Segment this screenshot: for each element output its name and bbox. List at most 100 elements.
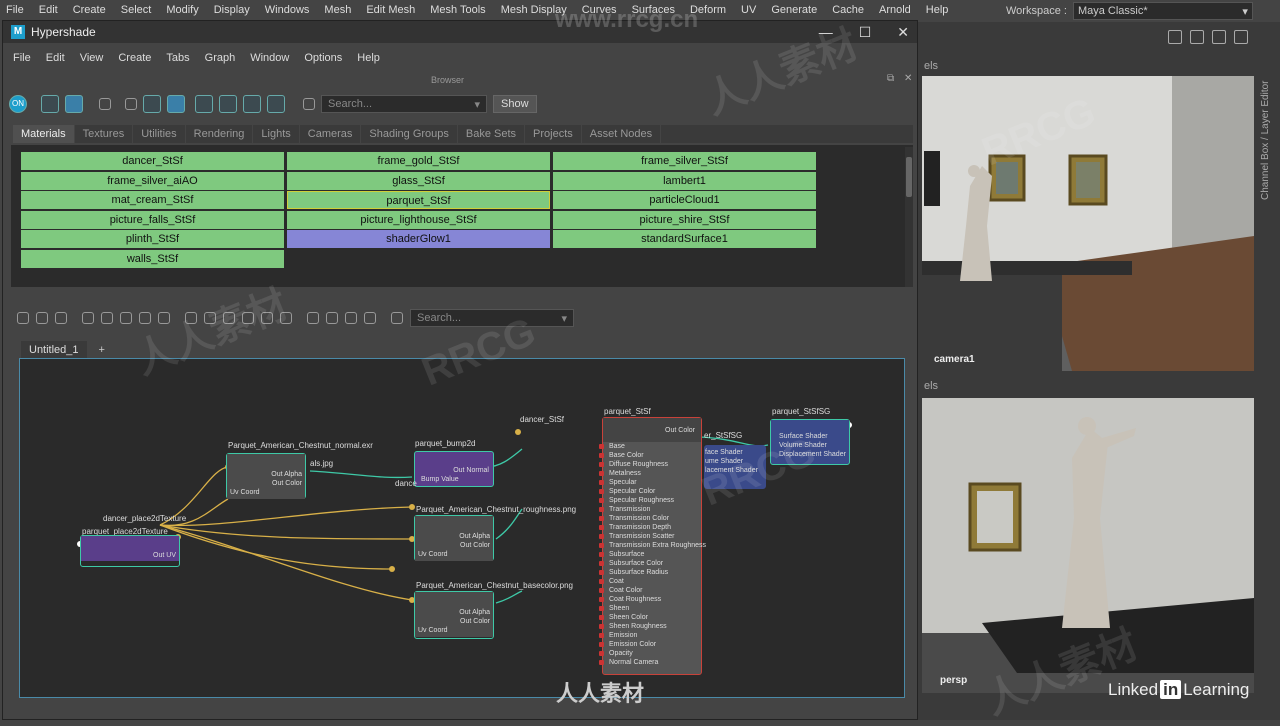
material-swatch[interactable]: picture_shire_StSf bbox=[553, 210, 816, 229]
tab-cameras[interactable]: Cameras bbox=[300, 125, 362, 143]
swatch-small-icon[interactable] bbox=[99, 98, 111, 110]
sort-time-icon[interactable] bbox=[243, 95, 261, 113]
node-graph[interactable]: dancer_place2dTexture parquet_place2dTex… bbox=[19, 358, 905, 698]
menu-item-arnold[interactable]: Arnold bbox=[879, 4, 911, 16]
out-color-port[interactable]: Out Color bbox=[665, 427, 695, 434]
browser-search-input[interactable]: Search... ▾ bbox=[321, 95, 487, 113]
menu-item-windows[interactable]: Windows bbox=[265, 4, 310, 16]
input-port[interactable]: Specular Roughness bbox=[599, 496, 701, 505]
out-color-port[interactable]: Out Color bbox=[418, 541, 490, 550]
material-swatch[interactable]: standardSurface1 bbox=[553, 230, 816, 249]
uv-coord-port[interactable]: Uv Coord bbox=[418, 550, 490, 559]
swatch-toggle-icon[interactable] bbox=[345, 312, 357, 324]
input-port[interactable]: Coat Color bbox=[599, 586, 701, 595]
file-normal-node[interactable]: Out Alpha Out Color Uv Coord bbox=[226, 453, 306, 499]
refresh-icon[interactable] bbox=[267, 95, 285, 113]
menu-item-mesh-tools[interactable]: Mesh Tools bbox=[430, 4, 485, 16]
menu-item-file[interactable]: File bbox=[6, 4, 24, 16]
workspace-dropdown[interactable]: Maya Classic* ▾ bbox=[1072, 2, 1253, 20]
tab-untitled-1[interactable]: Untitled_1 bbox=[21, 341, 87, 359]
tab-lights[interactable]: Lights bbox=[253, 125, 300, 143]
sort-alpha-icon[interactable] bbox=[195, 95, 213, 113]
modeling-toolkit-icon[interactable] bbox=[1234, 30, 1248, 44]
menu-item-edit-mesh[interactable]: Edit Mesh bbox=[366, 4, 415, 16]
grid-icon[interactable] bbox=[307, 312, 319, 324]
close-icon[interactable]: ✕ bbox=[897, 24, 909, 41]
material-swatch[interactable]: shaderGlow1 bbox=[287, 230, 550, 249]
place2d-node[interactable]: Out UV bbox=[80, 535, 180, 567]
input-port[interactable]: Transmission Extra Roughness bbox=[599, 541, 706, 550]
menu-item-select[interactable]: Select bbox=[121, 4, 152, 16]
scroll-thumb[interactable] bbox=[906, 157, 912, 197]
input-port[interactable]: Opacity bbox=[599, 649, 701, 658]
input-port[interactable]: Normal Camera bbox=[599, 658, 701, 667]
material-swatch[interactable]: dancer_StSf bbox=[21, 152, 284, 170]
input-port[interactable]: Transmission Depth bbox=[599, 523, 701, 532]
tab-shading-groups[interactable]: Shading Groups bbox=[361, 125, 458, 143]
input-port[interactable]: Transmission bbox=[599, 505, 701, 514]
menu-item-create[interactable]: Create bbox=[73, 4, 106, 16]
material-swatch[interactable]: frame_silver_StSf bbox=[553, 152, 816, 170]
tab-asset-nodes[interactable]: Asset Nodes bbox=[582, 125, 662, 143]
bump-node[interactable]: Out Normal Bump Value bbox=[414, 451, 494, 487]
view-icon-2[interactable] bbox=[65, 95, 83, 113]
hs-menu-item-window[interactable]: Window bbox=[250, 52, 289, 64]
hs-menu-item-edit[interactable]: Edit bbox=[46, 52, 65, 64]
hs-menu-item-help[interactable]: Help bbox=[357, 52, 380, 64]
input-port[interactable]: Coat Roughness bbox=[599, 595, 701, 604]
material-swatch[interactable]: frame_gold_StSf bbox=[287, 152, 550, 170]
out-normal-port[interactable]: Out Normal bbox=[415, 466, 493, 475]
input-port[interactable]: Subsurface Color bbox=[599, 559, 701, 568]
out-color-port[interactable]: Out Color bbox=[418, 617, 490, 626]
graph-output-icon[interactable] bbox=[55, 312, 67, 324]
swatch-medium-icon[interactable] bbox=[125, 98, 137, 110]
input-port[interactable]: Subsurface bbox=[599, 550, 701, 559]
hs-menu-item-file[interactable]: File bbox=[13, 52, 31, 64]
tab-projects[interactable]: Projects bbox=[525, 125, 582, 143]
hs-menu-item-create[interactable]: Create bbox=[118, 52, 151, 64]
graph-remove-icon[interactable] bbox=[101, 312, 113, 324]
menu-item-modify[interactable]: Modify bbox=[166, 4, 198, 16]
maximize-icon[interactable]: ☐ bbox=[859, 24, 872, 41]
input-port[interactable]: Sheen Roughness bbox=[599, 622, 701, 631]
toggle-on-icon[interactable]: ON bbox=[9, 95, 27, 113]
tab-textures[interactable]: Textures bbox=[75, 125, 134, 143]
browser-scrollbar[interactable] bbox=[905, 147, 913, 287]
out-alpha-port[interactable]: Out Alpha bbox=[418, 608, 490, 617]
bump-value-port[interactable]: Bump Value bbox=[415, 475, 493, 484]
sort-type-icon[interactable] bbox=[219, 95, 237, 113]
input-port[interactable]: Specular bbox=[599, 478, 701, 487]
swatch-large-icon[interactable] bbox=[143, 95, 161, 113]
material-swatch[interactable]: particleCloud1 bbox=[553, 191, 816, 210]
menu-item-display[interactable]: Display bbox=[214, 4, 250, 16]
add-tab-button[interactable]: + bbox=[99, 344, 105, 356]
menu-item-help[interactable]: Help bbox=[926, 4, 949, 16]
swatch-xl-icon[interactable] bbox=[167, 95, 185, 113]
input-port[interactable]: Sheen Color bbox=[599, 613, 701, 622]
input-port[interactable]: Base bbox=[599, 442, 701, 451]
file-base-node[interactable]: Out Alpha Out Color Uv Coord bbox=[414, 591, 494, 639]
tab-utilities[interactable]: Utilities bbox=[133, 125, 186, 143]
input-port[interactable]: Transmission Scatter bbox=[599, 532, 701, 541]
out-color-port[interactable]: Out Color bbox=[230, 479, 302, 488]
show-button[interactable]: Show bbox=[493, 95, 537, 113]
tool-settings-icon[interactable] bbox=[1212, 30, 1226, 44]
material-swatch[interactable]: frame_silver_aiAO bbox=[21, 171, 284, 190]
input-port[interactable]: Diffuse Roughness bbox=[599, 460, 701, 469]
close-panel-icon[interactable]: ✕ bbox=[904, 73, 912, 84]
graph-clear-icon[interactable] bbox=[120, 312, 132, 324]
hs-menu-item-graph[interactable]: Graph bbox=[205, 52, 236, 64]
parquet-standard-surface-node[interactable]: Out Color Base Base Color Diffuse Roughnes… bbox=[599, 417, 706, 675]
out-alpha-port[interactable]: Out Alpha bbox=[230, 470, 302, 479]
tab-bake-sets[interactable]: Bake Sets bbox=[458, 125, 526, 143]
input-port[interactable]: Specular Color bbox=[599, 487, 701, 496]
hs-menu-item-view[interactable]: View bbox=[80, 52, 104, 64]
out-alpha-port[interactable]: Out Alpha bbox=[418, 532, 490, 541]
uv-coord-port[interactable]: Uv Coord bbox=[230, 488, 302, 497]
input-port[interactable]: Sheen bbox=[599, 604, 701, 613]
menu-item-generate[interactable]: Generate bbox=[771, 4, 817, 16]
tab-rendering[interactable]: Rendering bbox=[186, 125, 254, 143]
menu-item-edit[interactable]: Edit bbox=[39, 4, 58, 16]
tab-materials[interactable]: Materials bbox=[13, 125, 75, 143]
snap-icon[interactable] bbox=[326, 312, 338, 324]
